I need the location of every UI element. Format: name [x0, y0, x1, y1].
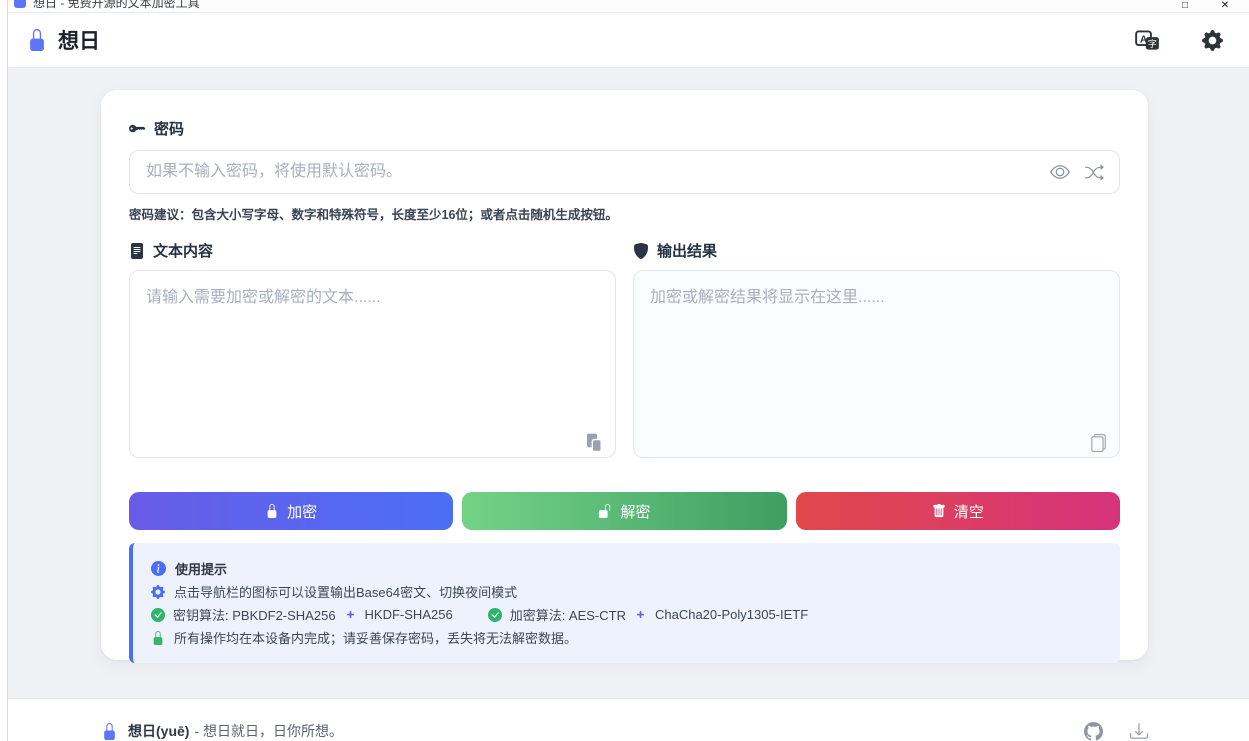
- encrypt-button[interactable]: 加密: [129, 492, 453, 530]
- footer-lock-icon: [101, 723, 118, 740]
- app-title: 想日: [58, 25, 100, 55]
- brand: 想日: [26, 25, 100, 55]
- input-panel: 文本内容: [129, 240, 616, 463]
- window-titlebar: 想日 - 免费开源的文本加密工具 □ ✕: [0, 0, 1249, 13]
- document-icon: [129, 243, 145, 259]
- password-section-label: 密码: [129, 118, 1120, 139]
- cipher-extra: ChaCha20-Poly1305-IETF: [655, 607, 808, 622]
- footer-tagline: - 想日就日，日你所想。: [194, 721, 343, 741]
- lock-closed-icon: [265, 504, 279, 518]
- check-icon: [151, 608, 165, 622]
- output-section-label: 输出结果: [633, 240, 1120, 261]
- output-panel: 输出结果: [633, 240, 1120, 463]
- window-left-edge: [0, 0, 8, 741]
- copy-icon[interactable]: [1089, 434, 1107, 452]
- favicon: [14, 0, 26, 8]
- decrypt-label: 解密: [620, 501, 650, 522]
- crypto-card: 密码 密码建议：包含大小写字母、数字和特殊符号，长度至少16位；或者点击随机生成…: [101, 90, 1148, 660]
- input-section-label: 文本内容: [129, 240, 616, 261]
- password-input[interactable]: [129, 150, 1120, 194]
- key-icon: [129, 120, 146, 137]
- clear-label: 清空: [954, 501, 984, 522]
- settings-button[interactable]: [1202, 30, 1223, 51]
- main-content: 密码 密码建议：包含大小写字母、数字和特殊符号，长度至少16位；或者点击随机生成…: [0, 90, 1249, 698]
- password-hint: 密码建议：包含大小写字母、数字和特殊符号，长度至少16位；或者点击随机生成按钮。: [129, 204, 1120, 223]
- eye-icon[interactable]: [1050, 162, 1070, 182]
- encrypt-label: 加密: [287, 501, 317, 522]
- tips-privacy: 所有操作均在本设备内完成；请妥善保存密码，丢失将无法解密数据。: [174, 628, 577, 647]
- lock-open-icon: [598, 504, 612, 518]
- check-icon: [488, 608, 502, 622]
- shield-icon: [633, 243, 649, 259]
- svg-text:字: 字: [1148, 37, 1157, 48]
- app-lock-icon: [26, 29, 48, 51]
- password-field-row: [129, 150, 1120, 194]
- usage-tips-box: 使用提示 点击导航栏的图标可以设置输出Base64密文、切换夜间模式 密钥算法:…: [129, 543, 1120, 663]
- window-title: 想日 - 免费开源的文本加密工具: [33, 0, 200, 11]
- plus-icon: [634, 608, 647, 621]
- shuffle-icon[interactable]: [1085, 163, 1104, 182]
- decrypt-button[interactable]: 解密: [462, 492, 786, 530]
- result-textarea[interactable]: [633, 270, 1120, 458]
- gear-icon: [151, 585, 165, 599]
- trash-icon: [932, 504, 946, 518]
- gear-icon: [1202, 30, 1223, 51]
- input-label: 文本内容: [153, 240, 213, 261]
- translate-icon: A 字: [1135, 30, 1160, 51]
- tips-nav-hint: 点击导航栏的图标可以设置输出Base64密文、切换夜间模式: [174, 582, 517, 601]
- kdf-extra: HKDF-SHA256: [365, 607, 453, 622]
- plus-icon: [344, 608, 357, 621]
- lock-icon: [151, 631, 165, 645]
- close-button[interactable]: ✕: [1205, 0, 1245, 11]
- github-icon[interactable]: [1084, 722, 1103, 741]
- password-label: 密码: [154, 118, 184, 139]
- maximize-button[interactable]: □: [1165, 0, 1205, 11]
- app-header: 想日 A 字: [0, 13, 1249, 68]
- clear-button[interactable]: 清空: [796, 492, 1120, 530]
- cipher-algorithms: 加密算法: AES-CTR: [510, 605, 626, 624]
- plaintext-textarea[interactable]: [129, 270, 616, 458]
- info-icon: [151, 561, 166, 576]
- tips-title: 使用提示: [175, 559, 227, 578]
- app-footer: 想日(yuē) - 想日就日，日你所想。: [0, 698, 1249, 741]
- output-label: 输出结果: [657, 240, 717, 261]
- footer-brand: 想日(yuē): [128, 721, 189, 741]
- kdf-algorithms: 密钥算法: PBKDF2-SHA256: [173, 605, 336, 624]
- base64-translate-toggle[interactable]: A 字: [1135, 30, 1160, 51]
- download-icon[interactable]: [1130, 722, 1148, 740]
- paste-icon[interactable]: [584, 433, 603, 452]
